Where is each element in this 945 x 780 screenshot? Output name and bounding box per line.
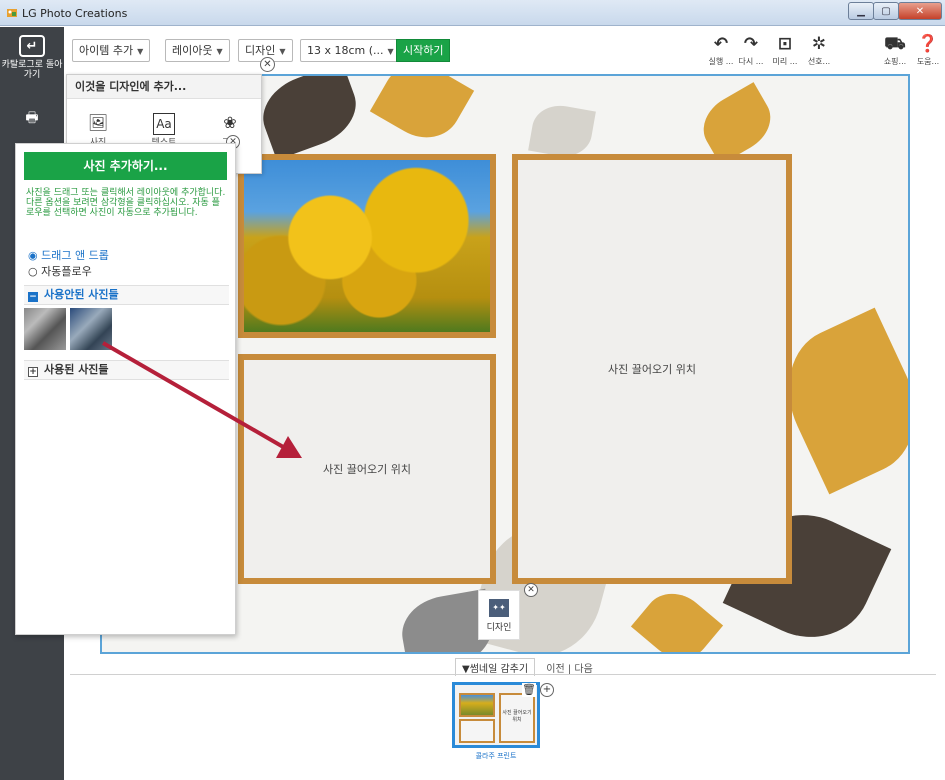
radio-empty-icon: ○	[28, 265, 38, 278]
text-icon: Aa	[153, 113, 175, 135]
close-design-icon[interactable]: ✕	[524, 583, 538, 597]
design-label: 디자인	[245, 44, 276, 57]
mini-photo	[461, 695, 493, 715]
decorative-leaf	[630, 580, 724, 652]
unused-photo-thumbnail[interactable]	[70, 308, 112, 350]
design-pattern-icon: ✦✦	[489, 599, 509, 617]
print-button[interactable]: 🖶	[0, 107, 64, 131]
add-item-dropdown[interactable]: 아이템 추가 ▼	[72, 39, 151, 62]
size-label: 13 x 18cm (...	[307, 44, 384, 57]
gear-icon: ✲	[811, 34, 827, 54]
size-dropdown[interactable]: 13 x 18cm (... ▼	[300, 39, 401, 62]
page-thumbnail-label: 콜라주 프린트	[475, 752, 517, 760]
mini-frame	[459, 719, 495, 743]
chevron-down-icon: ▼	[279, 47, 286, 56]
preview-button[interactable]: ⊡ 미리 ...	[766, 35, 804, 67]
redo-icon: ↷	[743, 34, 759, 54]
unused-photo-thumbnail[interactable]	[24, 308, 66, 350]
layout-dropdown[interactable]: 레이아웃 ▼	[165, 39, 230, 62]
design-button[interactable]: ✦✦ 디자인	[478, 590, 520, 640]
chevron-down-icon: ▼	[216, 47, 223, 56]
drag-drop-radio[interactable]: ◉ 드래그 앤 드롭	[28, 247, 109, 263]
strip-divider	[70, 674, 936, 675]
redo-button[interactable]: ↷ 다시 ...	[732, 35, 770, 67]
add-photos-button[interactable]: 사진 추가하기...	[24, 152, 227, 180]
plus-icon: +	[542, 684, 552, 695]
add-page-button[interactable]: +	[540, 683, 554, 697]
used-photos-section[interactable]: + 사용된 사진들	[24, 360, 229, 380]
chevron-down-icon: ▼	[137, 47, 144, 56]
photo-frame-empty-2[interactable]: 사진 끌어오기 위치	[512, 154, 792, 584]
unused-photos-section[interactable]: − 사용안된 사진들	[24, 285, 229, 305]
window-title-bar: LG Photo Creations ▁ ▢ ✕	[0, 0, 945, 26]
drop-placeholder-text: 사진 끌어오기 위치	[323, 463, 411, 476]
close-popup-icon[interactable]: ✕	[260, 57, 275, 72]
help-icon: ❓	[917, 34, 939, 54]
help-label: 도움...	[916, 57, 940, 66]
trash-icon: 🗑	[522, 683, 536, 696]
start-button[interactable]: 시작하기	[396, 39, 451, 62]
mini-drop-text: 사진 끌어오기 위치	[502, 710, 532, 723]
autoflow-radio[interactable]: ○ 자동플로우	[28, 263, 92, 279]
collapse-icon: −	[28, 292, 38, 302]
drag-drop-label: 드래그 앤 드롭	[41, 249, 109, 262]
decorative-leaf	[369, 76, 475, 152]
unused-photos-label: 사용안된 사진들	[44, 288, 119, 301]
photo-frame-filled[interactable]	[238, 154, 496, 338]
delete-page-button[interactable]: 🗑	[522, 683, 536, 697]
help-button[interactable]: ❓ 도움...	[909, 35, 945, 67]
decorative-leaf	[252, 76, 367, 161]
decorative-leaf	[528, 101, 596, 161]
layout-label: 레이아웃	[172, 44, 213, 57]
close-window-button[interactable]: ✕	[898, 2, 942, 20]
panel-help-text: 사진을 드래그 또는 클릭해서 레이아웃에 추가합니다. 다른 옵션을 보려면 …	[26, 188, 226, 218]
chevron-down-icon: ▼	[387, 47, 394, 56]
design-button-label: 디자인	[486, 623, 512, 633]
radio-selected-icon: ◉	[28, 249, 38, 262]
photos-panel: 사진 추가하기... 사진을 드래그 또는 클릭해서 레이아웃에 추가합니다. …	[15, 143, 236, 635]
used-photos-label: 사용된 사진들	[44, 363, 109, 376]
photo-frame-empty-1[interactable]: 사진 끌어오기 위치	[238, 354, 496, 584]
expand-icon: +	[28, 367, 38, 377]
decorative-leaf	[692, 82, 782, 165]
preferences-label: 선호...	[807, 57, 831, 66]
back-to-catalog-label: 카탈로그로 돌아가기	[1, 60, 63, 80]
add-item-label: 아이템 추가	[79, 44, 134, 57]
add-popup-header: 이것을 디자인에 추가...	[67, 75, 261, 99]
window-title: LG Photo Creations	[22, 7, 128, 20]
printer-icon: 🖶	[25, 110, 39, 126]
autoflow-label: 자동플로우	[41, 265, 92, 278]
back-to-catalog-button[interactable]: ↵ 카탈로그로 돌아가기	[0, 35, 64, 80]
photo-icon: 🖼	[87, 113, 109, 132]
return-arrow-icon: ↵	[19, 35, 45, 57]
maximize-button[interactable]: ▢	[873, 2, 899, 20]
mini-frame: 사진 끌어오기 위치	[499, 693, 535, 743]
flower-icon: ❀	[223, 113, 237, 132]
preferences-button[interactable]: ✲ 선호...	[800, 35, 838, 67]
drop-placeholder-text: 사진 끌어오기 위치	[608, 363, 696, 376]
minimize-button[interactable]: ▁	[848, 2, 874, 20]
app-logo-icon	[7, 9, 17, 17]
preview-label: 미리 ...	[772, 57, 798, 66]
yellow-tree-photo[interactable]	[244, 160, 490, 332]
top-toolbar: 아이템 추가 ▼ 레이아웃 ▼ 디자인 ▼ 13 x 18cm (... ▼ 시작하기 …	[64, 27, 945, 73]
preview-icon: ⊡	[777, 34, 793, 54]
redo-label: 다시 ...	[738, 57, 764, 66]
